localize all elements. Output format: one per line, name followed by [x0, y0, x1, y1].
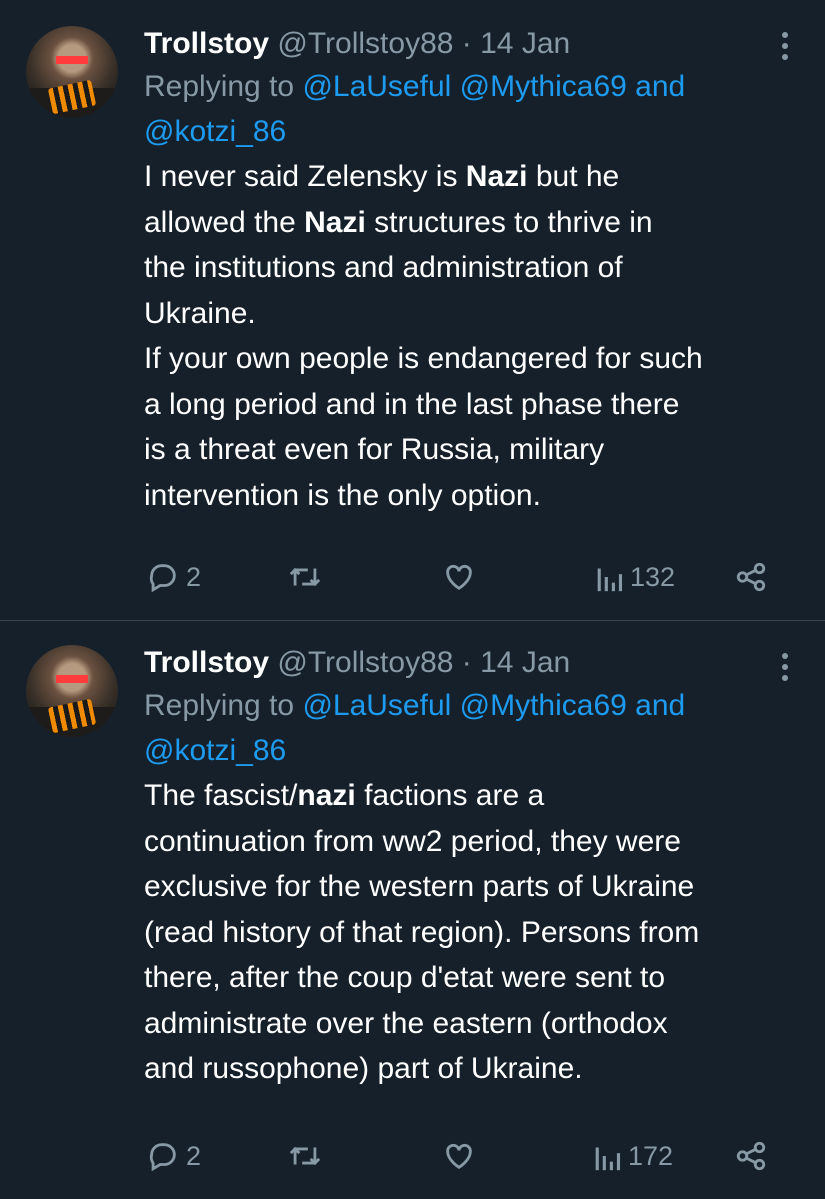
views-button[interactable]: 172	[592, 1139, 673, 1173]
replying-to: Replying to @LaUseful @Mythica69 and @ko…	[144, 64, 805, 154]
tweet-date[interactable]: 14 Jan	[480, 646, 570, 679]
views-count: 172	[628, 1140, 674, 1171]
views-count: 132	[630, 561, 676, 592]
tweet-content: Trollstoy @Trollstoy88 · 14 Jan Replying…	[144, 24, 805, 518]
retweet-button[interactable]	[286, 1139, 324, 1173]
share-button[interactable]	[734, 560, 768, 594]
text-line: (read history of that region). Persons f…	[144, 915, 700, 949]
text-line: exclusive for the western parts of Ukrai…	[144, 870, 695, 903]
tweet-text: I never said Zelensky is Nazi but he all…	[144, 154, 805, 518]
mention-link[interactable]: @LaUseful	[302, 70, 451, 103]
mention-link[interactable]: @Mythica69	[460, 70, 627, 103]
reply-button[interactable]: 2	[146, 560, 201, 594]
mention-link[interactable]: @kotzi_86	[144, 734, 286, 767]
display-name[interactable]: Trollstoy	[144, 27, 269, 60]
text-bold: Nazi	[465, 160, 528, 193]
mention-link[interactable]: @Mythica69	[460, 689, 627, 722]
avatar-glowing-eyes	[56, 56, 88, 64]
reply-button[interactable]: 2	[146, 1139, 201, 1173]
tweet[interactable]: Trollstoy @Trollstoy88 · 14 Jan Replying…	[0, 0, 825, 620]
action-bar: 2 132	[146, 557, 785, 597]
reply-count: 2	[186, 1140, 202, 1171]
tweet-header: Trollstoy @Trollstoy88 · 14 Jan	[144, 24, 805, 64]
handle[interactable]: @Trollstoy88	[277, 646, 453, 679]
handle[interactable]: @Trollstoy88	[277, 27, 453, 60]
replying-to: Replying to @LaUseful @Mythica69 and @ko…	[144, 683, 805, 773]
text-segment: but he	[527, 160, 620, 193]
text-line: If your own people is endangered for suc…	[144, 342, 703, 375]
reply-count: 2	[186, 561, 202, 592]
replying-to-label: Replying to	[144, 70, 295, 103]
text-segment: The fascist/	[144, 779, 298, 812]
retweet-button[interactable]	[286, 560, 324, 594]
text-segment: I never said Zelensky is	[144, 160, 466, 193]
mentions-joiner[interactable]: and	[635, 70, 685, 103]
share-button[interactable]	[734, 1139, 768, 1173]
text-line: is a threat even for Russia, military	[144, 433, 605, 466]
avatar[interactable]	[26, 645, 118, 737]
separator: ·	[461, 646, 472, 679]
views-button[interactable]: 132	[594, 560, 675, 594]
display-name[interactable]: Trollstoy	[144, 646, 269, 679]
avatar-glowing-eyes	[56, 675, 88, 683]
text-line: the institutions and administration of	[144, 251, 623, 284]
mentions-joiner[interactable]: and	[635, 689, 685, 722]
heart-icon	[446, 564, 472, 591]
text-line: administrate over the eastern (orthodox	[144, 1006, 668, 1040]
retweet-icon	[289, 1146, 321, 1166]
separator: ·	[461, 27, 472, 60]
text-line: and russophone) part of Ukraine.	[144, 1052, 583, 1085]
text-line: intervention is the only option.	[144, 478, 541, 512]
action-bar: 2 172	[146, 1136, 785, 1176]
text-line: there, after the coup d'etat were sent t…	[144, 961, 666, 994]
text-line: a long period and in the last phase ther…	[144, 387, 680, 421]
comment-bubble-icon	[149, 1143, 176, 1172]
tweet-header: Trollstoy @Trollstoy88 · 14 Jan	[144, 643, 805, 683]
text-bold: Nazi	[304, 205, 366, 239]
text-line: Ukraine.	[144, 296, 256, 330]
retweet-icon	[289, 567, 321, 587]
tweet-content: Trollstoy @Trollstoy88 · 14 Jan Replying…	[144, 643, 805, 1092]
share-icon	[736, 1141, 766, 1171]
text-line: continuation from ww2 period, they were	[144, 824, 681, 858]
bar-chart-icon	[595, 1147, 621, 1171]
heart-icon	[446, 1143, 472, 1170]
bar-chart-icon	[597, 568, 623, 592]
tweet-text: The fascist/nazi factions are a continua…	[144, 773, 805, 1092]
text-segment: structures to thrive in	[365, 205, 653, 239]
replying-to-label: Replying to	[144, 689, 295, 722]
text-segment: allowed the	[144, 205, 305, 239]
text-bold: nazi	[297, 779, 356, 812]
mention-link[interactable]: @LaUseful	[302, 689, 451, 722]
share-icon	[736, 562, 766, 592]
mention-link[interactable]: @kotzi_86	[144, 115, 286, 148]
like-button[interactable]	[442, 1139, 476, 1173]
avatar[interactable]	[26, 26, 118, 118]
tweet[interactable]: Trollstoy @Trollstoy88 · 14 Jan Replying…	[0, 620, 825, 1198]
tweet-date[interactable]: 14 Jan	[480, 27, 570, 60]
like-button[interactable]	[442, 560, 476, 594]
comment-bubble-icon	[149, 564, 176, 593]
text-segment: factions are a	[355, 779, 545, 812]
